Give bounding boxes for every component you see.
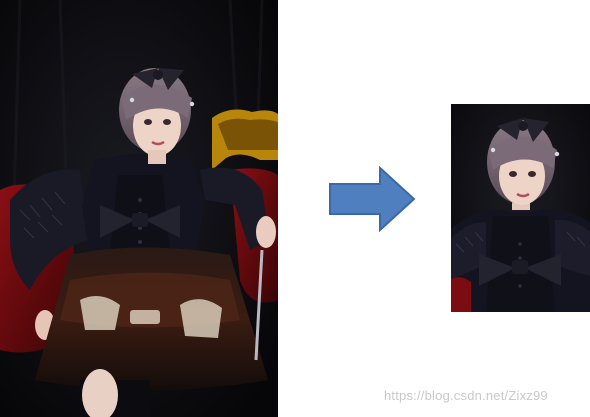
watermark-text: https://blog.csdn.net/Zixz99 bbox=[384, 388, 548, 403]
right-arrow-icon bbox=[328, 165, 416, 233]
result-photo bbox=[451, 104, 590, 312]
result-photo-illustration bbox=[451, 104, 590, 312]
source-photo bbox=[0, 0, 278, 417]
source-photo-illustration bbox=[0, 0, 278, 417]
